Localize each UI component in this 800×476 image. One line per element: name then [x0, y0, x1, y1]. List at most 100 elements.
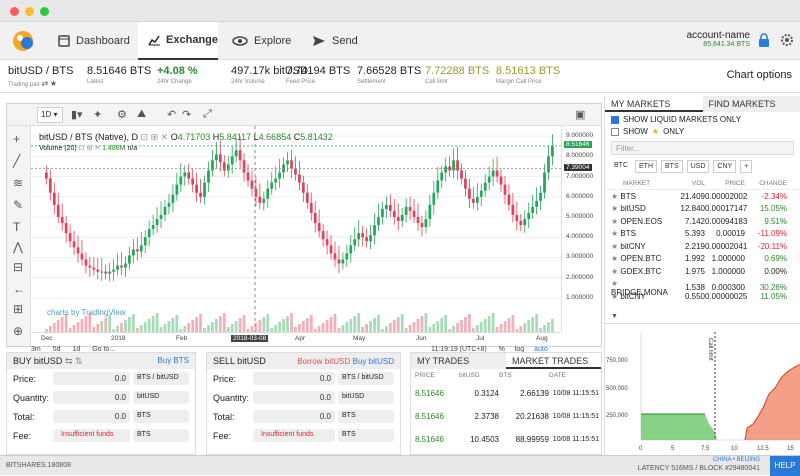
- market-vol: 7.142: [671, 217, 705, 226]
- fib-icon[interactable]: ≋: [13, 176, 23, 190]
- depth-chart[interactable]: 750,000 500,000 250,000 0 5 7.5 10 12.5 …: [604, 323, 800, 455]
- candle-body: [334, 253, 337, 259]
- sell-price-input[interactable]: 0.0: [253, 372, 335, 385]
- bitshares-logo[interactable]: [12, 30, 34, 52]
- zoom-icon[interactable]: ⊕: [13, 324, 23, 338]
- help-button[interactable]: HELP: [770, 456, 800, 476]
- swap-icon[interactable]: ⇆ ⇅: [65, 356, 83, 366]
- nav-exchange[interactable]: Exchange: [138, 22, 218, 60]
- star-icon[interactable]: ★: [611, 242, 618, 251]
- pattern-icon[interactable]: ⋀: [13, 240, 23, 254]
- nav-dashboard[interactable]: Dashboard: [58, 22, 132, 60]
- market-row[interactable]: ★ BRIDGE.MONA1.5380.00030030.26%: [605, 278, 800, 291]
- buy-bitusd-link[interactable]: Buy bitUSD: [353, 357, 394, 366]
- market-vol: 21.409: [671, 192, 705, 201]
- tab-my-markets[interactable]: MY MARKETS: [605, 96, 703, 112]
- nav-send[interactable]: Send: [312, 22, 362, 60]
- tab-market-trades[interactable]: MARKET TRADES: [506, 353, 601, 369]
- price-chart[interactable]: 1D ▾ ▮▾ ✦ ⚙ ⛰ ↶ ↷ ⤢ ▣ + ╱ ≋ ✎ T ⋀ ⊟ ← ⊞ …: [6, 103, 602, 347]
- camera-icon[interactable]: ▣: [575, 108, 585, 121]
- collapse-icon[interactable]: ▼: [611, 313, 618, 320]
- market-vol: 0.550: [671, 292, 705, 301]
- market-row[interactable]: ★ OPEN.BTC1.9921.0000000.69%: [605, 253, 800, 266]
- buy-quantity-input[interactable]: 0.0: [53, 391, 130, 404]
- buy-price-input[interactable]: 0.0: [53, 372, 130, 385]
- volume-bar: [322, 323, 325, 332]
- add-currency[interactable]: +: [740, 160, 752, 173]
- back-arrow-icon[interactable]: ←: [13, 282, 25, 296]
- buy-total-input[interactable]: 0.0: [53, 410, 130, 423]
- minimize-window-button[interactable]: [25, 7, 34, 16]
- trading-pair-selector[interactable]: bitUSD / BTS Trading pair ⇄ ★: [8, 65, 73, 88]
- show-starred-toggle[interactable]: SHOW ★ ONLY: [605, 127, 800, 139]
- y-tick-label: 3.000000: [566, 253, 593, 260]
- lock-icon[interactable]: [758, 33, 770, 48]
- star-icon[interactable]: ★: [611, 217, 618, 226]
- close-window-button[interactable]: [10, 7, 19, 16]
- bar-style-icon[interactable]: ▮▾: [71, 108, 83, 121]
- star-icon[interactable]: ★: [611, 204, 618, 213]
- settings-icon[interactable]: [780, 33, 794, 47]
- studies-icon[interactable]: ⛰: [137, 108, 146, 121]
- price-axis[interactable]: 9.0000008.0000007.0000006.0000005.000000…: [561, 126, 601, 332]
- settings-icon[interactable]: ⚙: [117, 108, 127, 121]
- market-filter-input[interactable]: Filter...: [611, 141, 794, 155]
- market-row[interactable]: ★ bitUSD12.8400.0001714715.05%: [605, 203, 800, 216]
- tradingview-watermark[interactable]: charts by TradingView: [47, 308, 126, 317]
- measure-icon[interactable]: ⊟: [13, 260, 23, 274]
- volume-bar: [508, 318, 511, 332]
- fee-unit-select[interactable]: BTS: [338, 429, 394, 442]
- market-row[interactable]: ★ bitCNY0.5500.0000002511.05%: [605, 290, 800, 303]
- currency-btc[interactable]: BTC: [611, 160, 631, 173]
- redo-icon[interactable]: ↷: [182, 108, 191, 121]
- text-icon[interactable]: T: [13, 220, 20, 234]
- currency-cny[interactable]: CNY: [713, 160, 736, 173]
- market-row[interactable]: ★ OPEN.EOS7.1420.000941839.51%: [605, 215, 800, 228]
- nav-explore[interactable]: Explore: [232, 22, 292, 60]
- checkbox-checked[interactable]: [611, 116, 619, 124]
- fullscreen-icon[interactable]: ⤢: [203, 108, 212, 121]
- star-icon[interactable]: ★: [611, 279, 618, 288]
- star-icon[interactable]: ★: [611, 229, 618, 238]
- crosshair-icon[interactable]: +: [13, 132, 20, 146]
- swap-icon[interactable]: ⇄: [41, 79, 48, 88]
- buy-bts-link[interactable]: Buy BTS: [157, 356, 189, 366]
- brush-icon[interactable]: ✎: [13, 198, 23, 212]
- chart-options-button[interactable]: Chart options: [727, 69, 792, 81]
- maximize-window-button[interactable]: [40, 7, 49, 16]
- sell-total-input[interactable]: 0.0: [253, 410, 335, 423]
- candlestick-plot[interactable]: [31, 126, 561, 332]
- currency-eth[interactable]: ETH: [635, 160, 657, 173]
- star-icon[interactable]: ★: [611, 192, 618, 201]
- market-row[interactable]: ★ BTS5.3930.00019-11.09%: [605, 228, 800, 241]
- star-icon[interactable]: ★: [611, 254, 618, 263]
- candle-body: [247, 172, 250, 180]
- market-row[interactable]: ★ bitCNY2.2190.00002041-20.11%: [605, 240, 800, 253]
- interval-select[interactable]: 1D ▾: [37, 107, 63, 123]
- currency-bts[interactable]: BTS: [661, 160, 683, 173]
- undo-icon[interactable]: ↶: [167, 108, 176, 121]
- time-axis[interactable]: Dec2018Feb2018-03-08AprMayJunJulAug: [31, 332, 561, 346]
- indicator-icon[interactable]: ✦: [93, 108, 102, 121]
- star-icon[interactable]: ★: [611, 267, 618, 276]
- sell-quantity-input[interactable]: 0.0: [253, 391, 335, 404]
- market-row[interactable]: ★ GDEX.BTC1.9751.0000000.00%: [605, 265, 800, 278]
- market-price: 1.000000: [705, 254, 745, 263]
- tab-find-markets[interactable]: FIND MARKETS: [703, 96, 800, 112]
- node-location[interactable]: CHINA • BEIJING: [713, 457, 760, 463]
- checkbox-unchecked[interactable]: [611, 128, 619, 136]
- tab-my-trades[interactable]: MY TRADES: [411, 353, 506, 369]
- fee-unit-select[interactable]: BTS: [133, 429, 189, 442]
- currency-usd[interactable]: USD: [687, 160, 710, 173]
- candle-body: [120, 266, 123, 268]
- account-box[interactable]: account-name 85,641.34 BTS: [687, 30, 750, 48]
- ruler-icon[interactable]: ⊞: [13, 302, 23, 316]
- legend-buttons[interactable]: ⊡ ⊞ ✕: [141, 132, 169, 142]
- volume-bar: [421, 316, 424, 332]
- borrow-link[interactable]: Borrow bitUSD: [297, 357, 350, 366]
- market-row[interactable]: ★ BTS21.4090.00002002-2.34%: [605, 190, 800, 203]
- star-icon[interactable]: ★: [50, 79, 57, 88]
- trend-line-icon[interactable]: ╱: [13, 154, 20, 168]
- star-icon[interactable]: ★: [611, 292, 618, 301]
- show-liquid-toggle[interactable]: SHOW LIQUID MARKETS ONLY: [605, 112, 800, 127]
